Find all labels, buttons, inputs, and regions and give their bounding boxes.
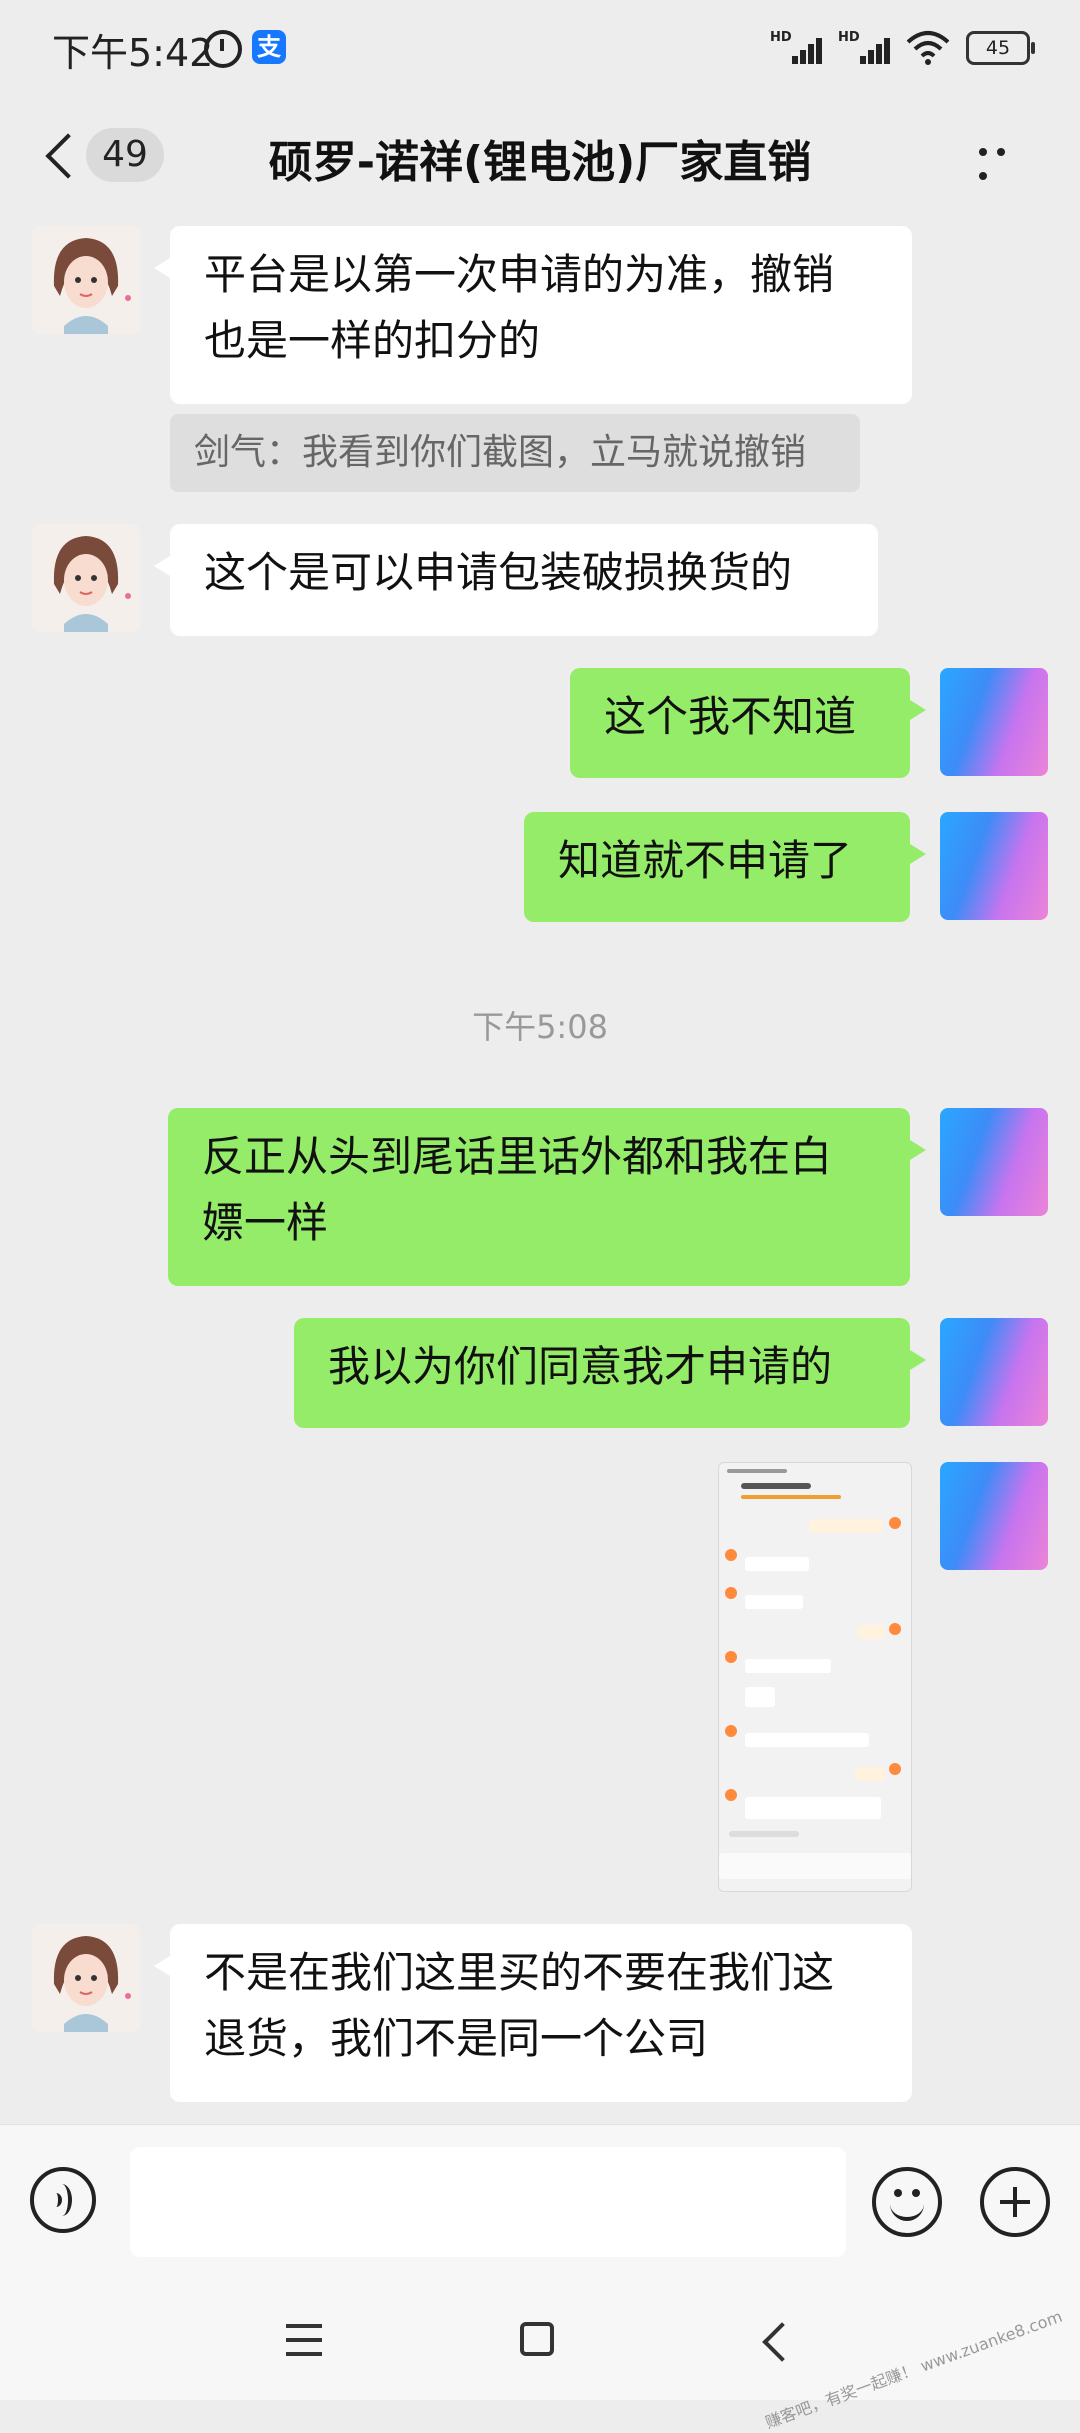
message-text: 嫖一样 (202, 1198, 329, 1247)
message-bubble-incoming[interactable]: 平台是以第一次申请的为准，撤销 也是一样的扣分的 (154, 226, 912, 404)
plus-icon[interactable] (980, 2167, 1050, 2237)
self-avatar[interactable] (940, 1108, 1048, 1216)
message-bubble-outgoing[interactable]: 我以为你们同意我才申请的 (294, 1318, 926, 1428)
alipay-icon: 支 (252, 30, 286, 64)
quoted-message[interactable]: 剑气：我看到你们截图，立马就说撤销 (170, 414, 860, 492)
message-bubble-incoming[interactable]: 这个是可以申请包装破损换货的 (154, 524, 878, 636)
message-bubble-outgoing[interactable]: 反正从头到尾话里话外都和我在白 嫖一样 (168, 1108, 926, 1286)
contact-avatar[interactable] (32, 1924, 140, 2032)
signal-hd-label: HD (838, 30, 860, 45)
alarm-icon (204, 30, 242, 68)
emoji-icon[interactable] (872, 2167, 942, 2237)
status-time: 下午5:42 (52, 31, 214, 75)
self-avatar[interactable] (940, 1318, 1048, 1426)
message-text: 不是在我们这里买的不要在我们这 (204, 1948, 835, 1997)
back-arrow-icon[interactable] (40, 126, 80, 186)
menu-icon[interactable] (286, 2324, 322, 2356)
input-bar (0, 2124, 1080, 2281)
back-icon[interactable] (762, 2322, 802, 2362)
message-text: 我以为你们同意我才申请的 (328, 1342, 833, 1391)
chat-header: 49 硕罗-诺祥(锂电池)厂家直销 (0, 98, 1080, 214)
unread-count-badge[interactable]: 49 (86, 128, 164, 182)
status-bar: 下午5:42 支 HD HD 45 (0, 0, 1080, 98)
message-bubble-incoming[interactable]: 不是在我们这里买的不要在我们这 退货，我们不是同一个公司 (154, 1924, 912, 2102)
message-text: 也是一样的扣分的 (204, 316, 541, 365)
self-avatar[interactable] (940, 1462, 1048, 1570)
contact-avatar[interactable] (32, 524, 140, 632)
signal-icon: HD (770, 30, 822, 66)
signal-icon: HD (838, 30, 890, 66)
more-dots-icon[interactable] (974, 142, 1026, 180)
message-text: 这个我不知道 (604, 692, 857, 741)
voice-icon[interactable] (30, 2167, 96, 2233)
home-icon[interactable] (520, 2322, 554, 2356)
chat-screenshot-image[interactable] (718, 1462, 912, 1892)
battery-icon: 45 (966, 31, 1035, 65)
system-nav-bar: 赚客吧，有奖一起赚！ www.zuanke8.com (0, 2280, 1080, 2432)
message-text: 这个是可以申请包装破损换货的 (204, 548, 793, 597)
wifi-icon (906, 31, 950, 65)
signal-hd-label: HD (770, 30, 792, 45)
message-text: 退货，我们不是同一个公司 (204, 2014, 709, 2063)
status-indicators: HD HD 45 (770, 28, 1035, 68)
message-text: 知道就不申请了 (558, 836, 853, 885)
chat-timestamp: 下午5:08 (472, 1008, 608, 1046)
self-avatar[interactable] (940, 668, 1048, 776)
message-text: 平台是以第一次申请的为准，撤销 (204, 250, 835, 299)
message-bubble-outgoing[interactable]: 知道就不申请了 (524, 812, 926, 922)
contact-avatar[interactable] (32, 226, 140, 334)
message-text: 反正从头到尾话里话外都和我在白 (202, 1132, 833, 1181)
self-avatar[interactable] (940, 812, 1048, 920)
message-bubble-outgoing[interactable]: 这个我不知道 (570, 668, 926, 778)
message-input[interactable] (130, 2147, 846, 2257)
watermark: 赚客吧，有奖一起赚！ www.zuanke8.com (762, 2306, 1065, 2433)
chat-title: 硕罗-诺祥(锂电池)厂家直销 (268, 137, 812, 188)
